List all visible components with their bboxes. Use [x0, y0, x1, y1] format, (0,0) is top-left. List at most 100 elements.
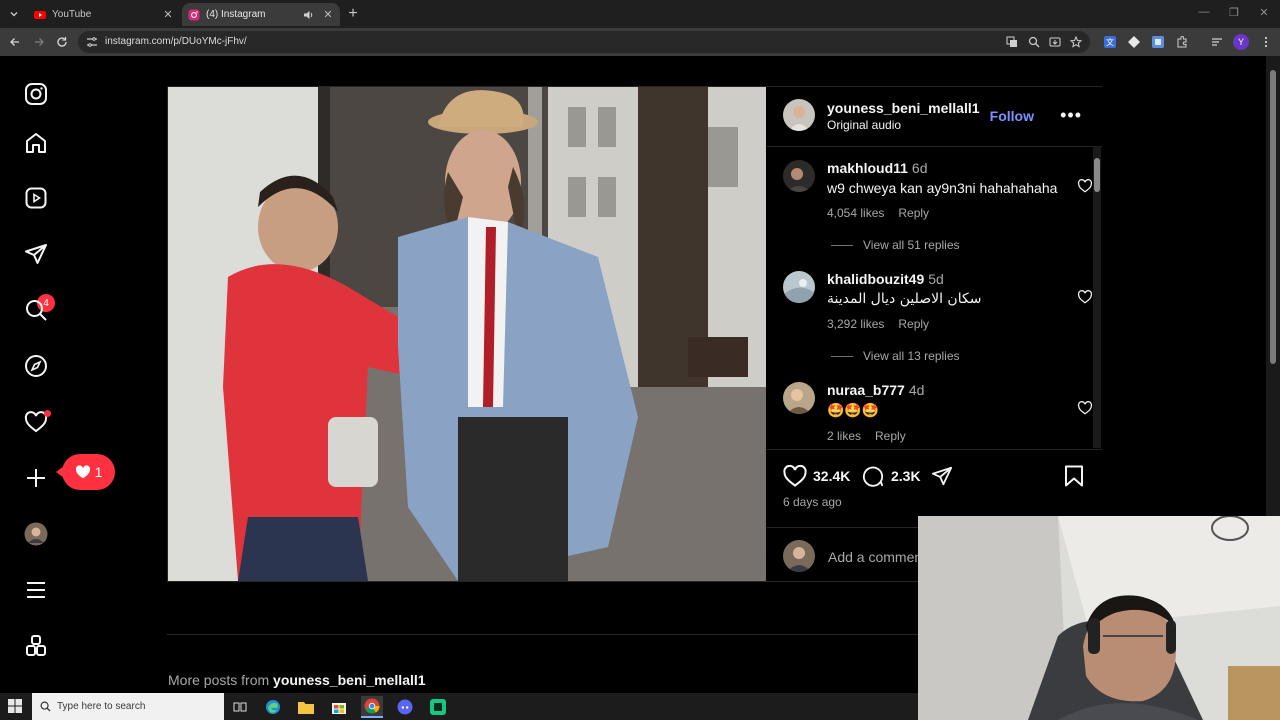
comment-text: w9 chweya kan ay9n3ni hahahahaha — [827, 180, 1058, 196]
commenter-avatar[interactable] — [783, 271, 815, 303]
reload-button[interactable] — [53, 33, 71, 51]
home-icon[interactable] — [22, 129, 50, 157]
post-time[interactable]: 6 days ago — [783, 495, 842, 509]
tab-search-button[interactable] — [4, 4, 24, 24]
zoom-icon[interactable] — [1028, 36, 1040, 48]
comment-count: 2.3K — [891, 468, 921, 484]
minimize-icon[interactable]: — — [1194, 6, 1214, 18]
file-explorer-icon[interactable] — [295, 696, 317, 718]
site-settings-icon[interactable] — [86, 36, 98, 48]
notification-popup[interactable]: 1 — [56, 454, 115, 490]
close-tab-icon[interactable]: ✕ — [160, 8, 176, 21]
comment-username[interactable]: nuraa_b777 — [827, 382, 905, 398]
extensions-puzzle-icon[interactable] — [1175, 35, 1189, 49]
post-header: youness_beni_mellall1 Original audio Fol… — [767, 87, 1102, 147]
search-icon[interactable] — [22, 296, 50, 324]
address-bar[interactable]: instagram.com/p/DUoYMc-jFhv/ — [78, 31, 1090, 53]
edge-icon[interactable] — [262, 696, 284, 718]
extension-translate-icon[interactable]: 文 — [1103, 35, 1117, 49]
tab-instagram[interactable]: (4) Instagram ✕ — [182, 3, 340, 26]
comment-likes[interactable]: 4,054 likes — [827, 206, 884, 220]
comments-scrollbar[interactable] — [1093, 146, 1101, 448]
view-replies-button[interactable]: View all 13 replies — [831, 349, 960, 363]
profile-avatar[interactable] — [22, 520, 50, 548]
commenter-avatar[interactable] — [783, 160, 815, 192]
taskbar-search[interactable]: Type here to search — [32, 693, 224, 720]
reply-button[interactable]: Reply — [875, 429, 906, 443]
more-posts-prefix: More posts from — [168, 672, 270, 688]
tab-title: (4) Instagram — [206, 9, 266, 20]
create-plus-icon[interactable] — [22, 464, 50, 492]
reply-button[interactable]: Reply — [898, 317, 929, 331]
comment-like-icon[interactable] — [1077, 401, 1093, 415]
new-tab-button[interactable]: + — [344, 5, 362, 23]
commenter-avatar[interactable] — [783, 382, 815, 414]
reading-list-icon[interactable] — [1210, 35, 1224, 49]
follow-button[interactable]: Follow — [990, 108, 1034, 124]
tab-youtube[interactable]: YouTube ✕ — [28, 3, 180, 26]
bookmark-star-icon[interactable] — [1070, 36, 1082, 48]
reels-icon[interactable] — [22, 184, 50, 212]
save-button[interactable] — [1064, 465, 1084, 487]
more-posts-user[interactable]: youness_beni_mellall1 — [273, 672, 426, 688]
chrome-icon[interactable] — [361, 696, 383, 718]
comment-likes[interactable]: 2 likes — [827, 429, 861, 443]
post-details-panel: youness_beni_mellall1 Original audio Fol… — [767, 87, 1102, 581]
translate-icon[interactable] — [1006, 36, 1018, 48]
store-icon[interactable] — [328, 696, 350, 718]
instagram-sidebar: 4 1 — [0, 56, 115, 693]
browser-toolbar: instagram.com/p/DUoYMc-jFhv/ 文 Y — [0, 28, 1280, 56]
comment-username[interactable]: makhloud11 — [827, 160, 908, 176]
view-replies-button[interactable]: View all 51 replies — [831, 238, 960, 252]
discord-icon[interactable] — [394, 696, 416, 718]
extension-box-icon[interactable] — [1151, 35, 1165, 49]
speaker-icon[interactable] — [302, 9, 316, 21]
search-icon — [40, 701, 51, 712]
close-window-icon[interactable]: ✕ — [1254, 6, 1274, 19]
comment-username[interactable]: khalidbouzit49 — [827, 271, 924, 287]
browser-menu-icon[interactable] — [1259, 35, 1273, 49]
audio-label[interactable]: Original audio — [827, 118, 901, 132]
author-username[interactable]: youness_beni_mellall1 — [827, 100, 980, 116]
extension-diamond-icon[interactable] — [1127, 35, 1141, 49]
profile-avatar[interactable]: Y — [1233, 34, 1249, 50]
comment-time: 4d — [908, 382, 925, 398]
app-green-icon[interactable] — [427, 696, 449, 718]
page-scrollbar-thumb[interactable] — [1270, 70, 1276, 364]
more-menu-icon[interactable] — [22, 576, 50, 604]
share-button[interactable] — [930, 465, 954, 487]
explore-icon[interactable] — [22, 352, 50, 380]
instagram-logo-icon[interactable] — [22, 80, 50, 108]
reel-video[interactable] — [168, 87, 766, 581]
comment-button[interactable]: 2.3K — [861, 465, 921, 487]
install-app-icon[interactable] — [1049, 36, 1061, 48]
task-view-icon[interactable] — [229, 696, 251, 718]
bookmark-icon — [1065, 465, 1083, 487]
comment-time: 5d — [928, 271, 944, 287]
comment-like-icon[interactable] — [1077, 179, 1093, 193]
taskbar-search-placeholder: Type here to search — [57, 701, 146, 712]
messages-icon[interactable] — [22, 240, 50, 268]
scrollbar-thumb[interactable] — [1094, 158, 1100, 192]
reply-button[interactable]: Reply — [898, 206, 929, 220]
arrow-left-icon — [10, 38, 19, 46]
heart-icon — [783, 465, 807, 487]
comment-likes[interactable]: 3,292 likes — [827, 317, 884, 331]
also-from-meta-icon[interactable] — [22, 632, 50, 660]
webcam-overlay — [918, 516, 1280, 720]
share-icon — [931, 466, 953, 486]
forward-button[interactable] — [30, 33, 48, 51]
author-avatar[interactable] — [783, 99, 815, 131]
heart-filled-icon — [75, 465, 90, 479]
reload-icon — [57, 37, 67, 47]
maximize-icon[interactable]: ❐ — [1224, 6, 1244, 19]
webcam-feed — [918, 516, 1280, 720]
close-tab-icon[interactable]: ✕ — [320, 8, 336, 21]
post-options-icon[interactable]: ••• — [1060, 105, 1082, 126]
start-button[interactable] — [8, 699, 22, 713]
more-posts-heading: More posts from youness_beni_mellall1 — [168, 672, 426, 688]
back-button[interactable] — [6, 33, 24, 51]
comment-like-icon[interactable] — [1077, 290, 1093, 304]
instagram-icon — [188, 9, 200, 20]
like-button[interactable]: 32.4K — [783, 465, 850, 487]
